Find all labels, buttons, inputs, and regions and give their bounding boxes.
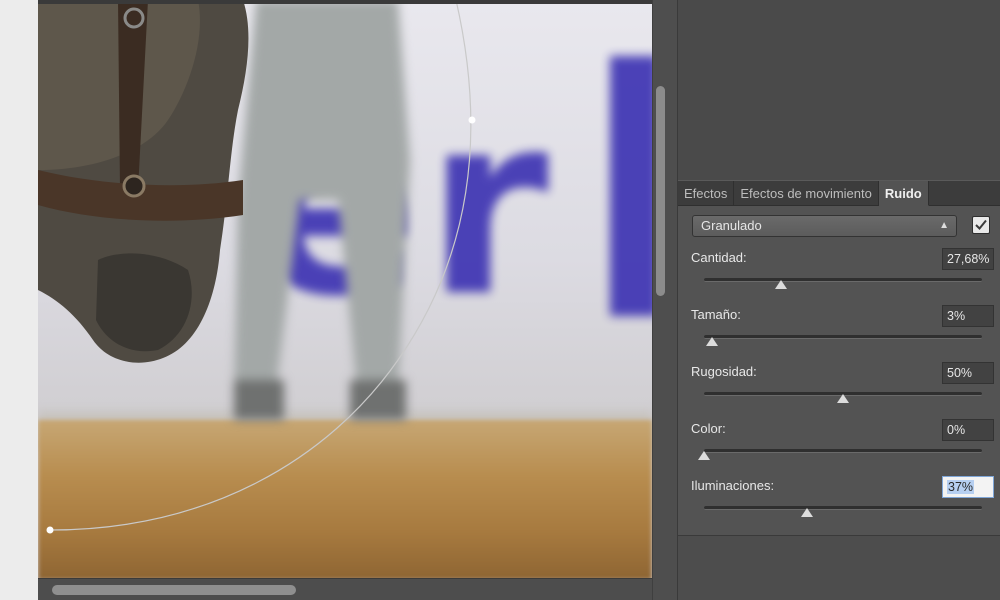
- slider-value-field[interactable]: 0%: [942, 419, 994, 441]
- left-gutter: [0, 0, 38, 600]
- slider-thumb[interactable]: [698, 451, 710, 460]
- slider-value-field[interactable]: 50%: [942, 362, 994, 384]
- slider-value-text: 27,68%: [947, 252, 990, 266]
- panel-tabs: Efectos Efectos de movimiento Ruido: [678, 180, 1000, 206]
- slider-value-field[interactable]: 3%: [942, 305, 994, 327]
- slider-value-field[interactable]: 27,68%: [942, 248, 994, 270]
- updown-arrows-icon: ▲: [939, 220, 949, 231]
- noise-type-value: Granulado: [701, 218, 762, 233]
- photo-content: er: [38, 0, 652, 578]
- horizontal-scrollbar[interactable]: [38, 578, 652, 600]
- tab-ruido[interactable]: Ruido: [878, 181, 929, 206]
- slider-track[interactable]: [698, 449, 982, 460]
- slider-label: Tamaño:: [691, 307, 741, 322]
- noise-settings: Granulado ▲ Cantidad: 27,68% Tamaño: 3% Rugo…: [678, 206, 1000, 536]
- canvas-top-border: [38, 0, 652, 4]
- noise-enabled-checkbox[interactable]: [972, 216, 990, 234]
- slider-label: Iluminaciones:: [691, 478, 775, 493]
- tab-efectos[interactable]: Efectos: [678, 181, 735, 206]
- slider-label: Color:: [691, 421, 726, 436]
- effects-panel: Efectos Efectos de movimiento Ruido Gran…: [678, 0, 1000, 600]
- slider-value-text: 3%: [947, 309, 966, 323]
- vertical-scroll-thumb[interactable]: [656, 86, 665, 296]
- slider-value-text: 0%: [947, 423, 966, 437]
- slider-label: Rugosidad:: [691, 364, 757, 379]
- horizontal-scroll-thumb[interactable]: [52, 585, 296, 595]
- slider-value-text: 37%: [947, 480, 975, 494]
- slider-thumb[interactable]: [801, 508, 813, 517]
- arc-handle-bottom: [46, 526, 54, 534]
- slider-thumb[interactable]: [775, 280, 787, 289]
- slider-track[interactable]: [704, 392, 982, 403]
- noise-type-select[interactable]: Granulado ▲: [692, 215, 957, 237]
- slider-value-field[interactable]: 37%: [942, 476, 994, 498]
- tab-efectos-de-movimiento[interactable]: Efectos de movimiento: [734, 181, 879, 206]
- slider-thumb[interactable]: [706, 337, 718, 346]
- panel-empty-area: [678, 0, 1000, 180]
- slider-thumb[interactable]: [837, 394, 849, 403]
- slider-label: Cantidad:: [691, 250, 747, 265]
- slider-value-text: 50%: [947, 366, 973, 380]
- photo-canvas[interactable]: er: [38, 0, 652, 578]
- slider-track[interactable]: [704, 278, 982, 289]
- vignette-arc[interactable]: [38, 0, 652, 578]
- slider-track[interactable]: [704, 506, 982, 517]
- checkmark-icon: [975, 219, 987, 230]
- slider-track[interactable]: [704, 335, 982, 346]
- arc-handle-top: [468, 116, 476, 124]
- panel-footer: [678, 536, 1000, 600]
